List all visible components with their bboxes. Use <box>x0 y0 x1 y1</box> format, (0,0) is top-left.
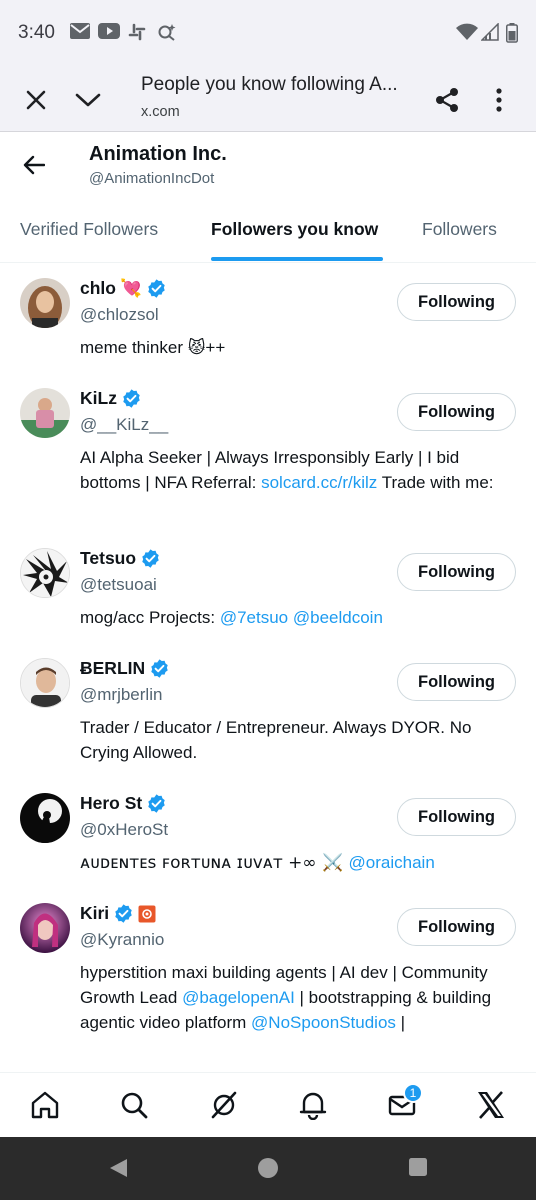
bio-mention[interactable]: @NoSpoonStudios <box>251 1013 396 1032</box>
bio-link[interactable]: solcard.cc/r/kilz <box>261 473 377 492</box>
following-button[interactable]: Following <box>397 908 516 946</box>
home-circle-icon[interactable] <box>257 1157 279 1184</box>
chevron-down-icon[interactable] <box>70 82 106 118</box>
back-triangle-icon[interactable] <box>107 1157 129 1184</box>
user-name[interactable]: Hero St <box>80 793 167 814</box>
verified-badge-icon <box>115 904 132 923</box>
x-logo-icon[interactable] <box>474 1088 508 1122</box>
status-time: 3:40 <box>18 22 55 43</box>
list-item[interactable]: KiLz @__KiLz__ Following AI Alpha Seeker… <box>0 374 536 534</box>
signal-icon <box>480 22 499 46</box>
user-bio: AI Alpha Seeker | Always Irresponsibly E… <box>80 445 518 495</box>
tab-followers[interactable]: Followers <box>422 219 497 240</box>
user-list: chlo 💘 @chlozsol Following meme thinker 😾… <box>0 264 536 1072</box>
following-button[interactable]: Following <box>397 663 516 701</box>
bio-mention[interactable]: @oraichain <box>349 853 435 872</box>
user-name[interactable]: chlo 💘 <box>80 278 167 299</box>
profile-handle: @AnimationIncDot <box>89 170 215 187</box>
user-name-text: chlo <box>80 278 116 298</box>
youtube-icon <box>98 23 120 44</box>
avatar[interactable] <box>20 658 70 708</box>
system-navigation-bar <box>0 1137 536 1200</box>
wifi-icon <box>456 23 478 46</box>
user-bio: mog/acc Projects: @7etsuo @beeldcoin <box>80 605 518 630</box>
user-name-text: ɃERLIN <box>80 658 146 678</box>
list-item[interactable]: Hero St @0xHeroSt Following ᴀᴜᴅᴇɴᴛᴇꜱ ꜰᴏʀ… <box>0 779 536 889</box>
tab-followers-you-know[interactable]: Followers you know <box>211 219 378 240</box>
back-arrow-icon[interactable] <box>16 147 52 183</box>
verified-badge-icon <box>151 659 168 678</box>
user-handle[interactable]: @tetsuoai <box>80 575 157 595</box>
user-name[interactable]: KiLz <box>80 388 142 409</box>
bio-text: mog/acc Projects: <box>80 608 220 627</box>
profile-name: Animation Inc. <box>89 143 227 165</box>
following-button[interactable]: Following <box>397 553 516 591</box>
user-name-text: Tetsuo <box>80 548 137 568</box>
verified-badge-icon <box>142 549 159 568</box>
bio-text: ᴀᴜᴅᴇɴᴛᴇꜱ ꜰᴏʀᴛᴜɴᴀ ɪᴜᴠᴀᴛ +∞ ⚔️ <box>80 853 349 873</box>
avatar[interactable] <box>20 388 70 438</box>
affiliate-badge-icon <box>138 905 156 922</box>
user-name[interactable]: ɃERLIN <box>80 658 170 679</box>
list-item[interactable]: Tetsuo @tetsuoai Following mog/acc Proje… <box>0 534 536 644</box>
avatar[interactable] <box>20 903 70 953</box>
verified-badge-icon <box>148 279 165 298</box>
follower-tabs: Verified Followers Followers you know Fo… <box>0 205 536 263</box>
sparkle-search-icon <box>157 23 177 46</box>
share-icon[interactable] <box>429 82 465 118</box>
verified-badge-icon <box>123 389 140 408</box>
status-bar: 3:40 <box>0 0 536 66</box>
browser-url: x.com <box>141 104 180 120</box>
list-item[interactable]: Kiri @Kyrannio Following hyperstition ma… <box>0 889 536 1072</box>
user-bio: Trader / Educator / Entrepreneur. Always… <box>80 718 472 762</box>
user-name-emoji: 💘 <box>119 278 142 299</box>
bio-mention[interactable]: @beeldcoin <box>293 608 383 627</box>
following-button[interactable]: Following <box>397 283 516 321</box>
battery-icon <box>506 23 518 48</box>
bio-text: | <box>395 1013 406 1032</box>
user-handle[interactable]: @Kyrannio <box>80 930 164 950</box>
user-handle[interactable]: @__KiLz__ <box>80 415 168 435</box>
user-name-text: Hero St <box>80 793 143 813</box>
browser-page-title: People you know following A... <box>141 74 398 95</box>
bio-mention[interactable]: @7etsuo <box>220 608 288 627</box>
avatar[interactable] <box>20 278 70 328</box>
following-button[interactable]: Following <box>397 393 516 431</box>
active-tab-indicator <box>211 257 383 261</box>
more-options-icon[interactable] <box>481 82 517 118</box>
notifications-icon[interactable] <box>296 1088 330 1122</box>
bio-mention[interactable]: @bagelopenAI <box>182 988 295 1007</box>
bottom-navigation: 1 <box>0 1072 536 1137</box>
gmail-icon <box>70 23 90 44</box>
home-icon[interactable] <box>28 1088 62 1122</box>
user-handle[interactable]: @0xHeroSt <box>80 820 168 840</box>
user-name-text: KiLz <box>80 388 117 408</box>
user-name[interactable]: Kiri <box>80 903 156 924</box>
verified-badge-icon <box>148 794 165 813</box>
messages-badge: 1 <box>403 1083 423 1103</box>
list-item[interactable]: ɃERLIN @mrjberlin Following Trader / Edu… <box>0 644 536 779</box>
following-button[interactable]: Following <box>397 798 516 836</box>
user-handle[interactable]: @chlozsol <box>80 305 159 325</box>
recents-square-icon[interactable] <box>408 1157 428 1182</box>
user-handle[interactable]: @mrjberlin <box>80 685 162 705</box>
list-item[interactable]: chlo 💘 @chlozsol Following meme thinker 😾… <box>0 264 536 374</box>
slack-icon <box>128 23 146 46</box>
user-bio: ᴀᴜᴅᴇɴᴛᴇꜱ ꜰᴏʀᴛᴜɴᴀ ɪᴜᴠᴀᴛ +∞ ⚔️ @oraichain <box>80 850 518 876</box>
browser-toolbar: People you know following A... x.com <box>0 66 536 132</box>
user-name-text: Kiri <box>80 903 110 923</box>
search-icon[interactable] <box>117 1088 151 1122</box>
bio-text: Trade with me: <box>377 473 494 492</box>
user-bio: hyperstition maxi building agents | AI d… <box>80 960 518 1035</box>
grok-icon[interactable] <box>207 1088 241 1122</box>
avatar[interactable] <box>20 548 70 598</box>
user-bio: meme thinker 😾++ <box>80 338 226 357</box>
close-icon[interactable] <box>18 82 54 118</box>
tab-verified-followers[interactable]: Verified Followers <box>20 219 158 240</box>
avatar[interactable] <box>20 793 70 843</box>
user-name[interactable]: Tetsuo <box>80 548 161 569</box>
